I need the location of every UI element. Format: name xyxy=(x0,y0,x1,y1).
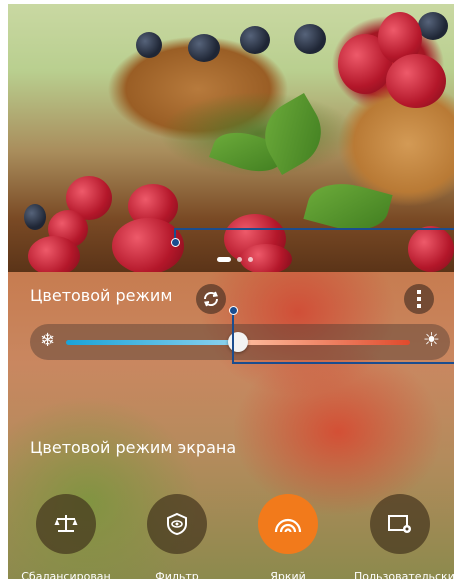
page-indicator[interactable] xyxy=(217,257,253,262)
page-dot[interactable] xyxy=(248,257,253,262)
blueberry xyxy=(188,34,220,62)
snowflake-icon: ❄ xyxy=(40,330,56,351)
mode-balanced[interactable]: Сбалансирован xyxy=(20,494,112,579)
mode-circle[interactable] xyxy=(36,494,96,554)
preview-photo xyxy=(8,4,454,276)
mode-label: Пользовательский xyxy=(354,570,454,579)
annotation-dot xyxy=(229,306,238,315)
blueberry xyxy=(24,204,46,230)
mode-selector: Сбалансирован Фильтр Яркий Пользовательс… xyxy=(8,494,454,579)
cold-segment xyxy=(66,340,238,345)
blueberry xyxy=(418,12,448,40)
mode-label: Яркий xyxy=(270,570,306,579)
annotation-line xyxy=(232,362,454,364)
mode-custom[interactable]: Пользовательский xyxy=(354,494,454,579)
blueberry xyxy=(136,32,162,58)
mode-vivid[interactable]: Яркий xyxy=(242,494,334,579)
mode-label: Сбалансирован xyxy=(21,570,111,579)
raspberry xyxy=(408,226,454,272)
color-temperature-slider[interactable]: ❄ ☀ xyxy=(30,324,450,360)
eye-shield-icon xyxy=(167,512,187,536)
mode-circle-active[interactable] xyxy=(258,494,318,554)
more-vertical-icon xyxy=(417,290,421,308)
warm-segment xyxy=(238,340,410,345)
annotation-dot xyxy=(171,238,180,247)
page-dot-active[interactable] xyxy=(217,257,231,262)
app-screen: Цветовой режим ❄ ☀ Цветовой режим экрана xyxy=(8,4,454,579)
blueberry xyxy=(240,26,270,54)
mode-circle[interactable] xyxy=(147,494,207,554)
mode-label: Фильтр xyxy=(155,570,199,579)
refresh-button[interactable] xyxy=(196,284,226,314)
raspberry xyxy=(386,54,446,108)
mode-circle[interactable] xyxy=(370,494,430,554)
custom-display-icon xyxy=(388,515,411,533)
sun-icon: ☀ xyxy=(422,329,440,351)
annotation-line xyxy=(174,228,454,230)
annotation-line xyxy=(232,310,234,364)
color-mode-title: Цветовой режим xyxy=(30,286,173,305)
page-dot[interactable] xyxy=(237,257,242,262)
rainbow-icon xyxy=(274,518,302,533)
blueberry xyxy=(294,24,326,54)
more-options-button[interactable] xyxy=(404,284,434,314)
slider-thumb[interactable] xyxy=(228,332,248,352)
refresh-icon xyxy=(203,291,219,307)
scale-icon xyxy=(54,515,78,532)
raspberry xyxy=(28,236,80,276)
screen-color-mode-title: Цветовой режим экрана xyxy=(30,438,237,457)
mode-filter[interactable]: Фильтр xyxy=(131,494,223,579)
